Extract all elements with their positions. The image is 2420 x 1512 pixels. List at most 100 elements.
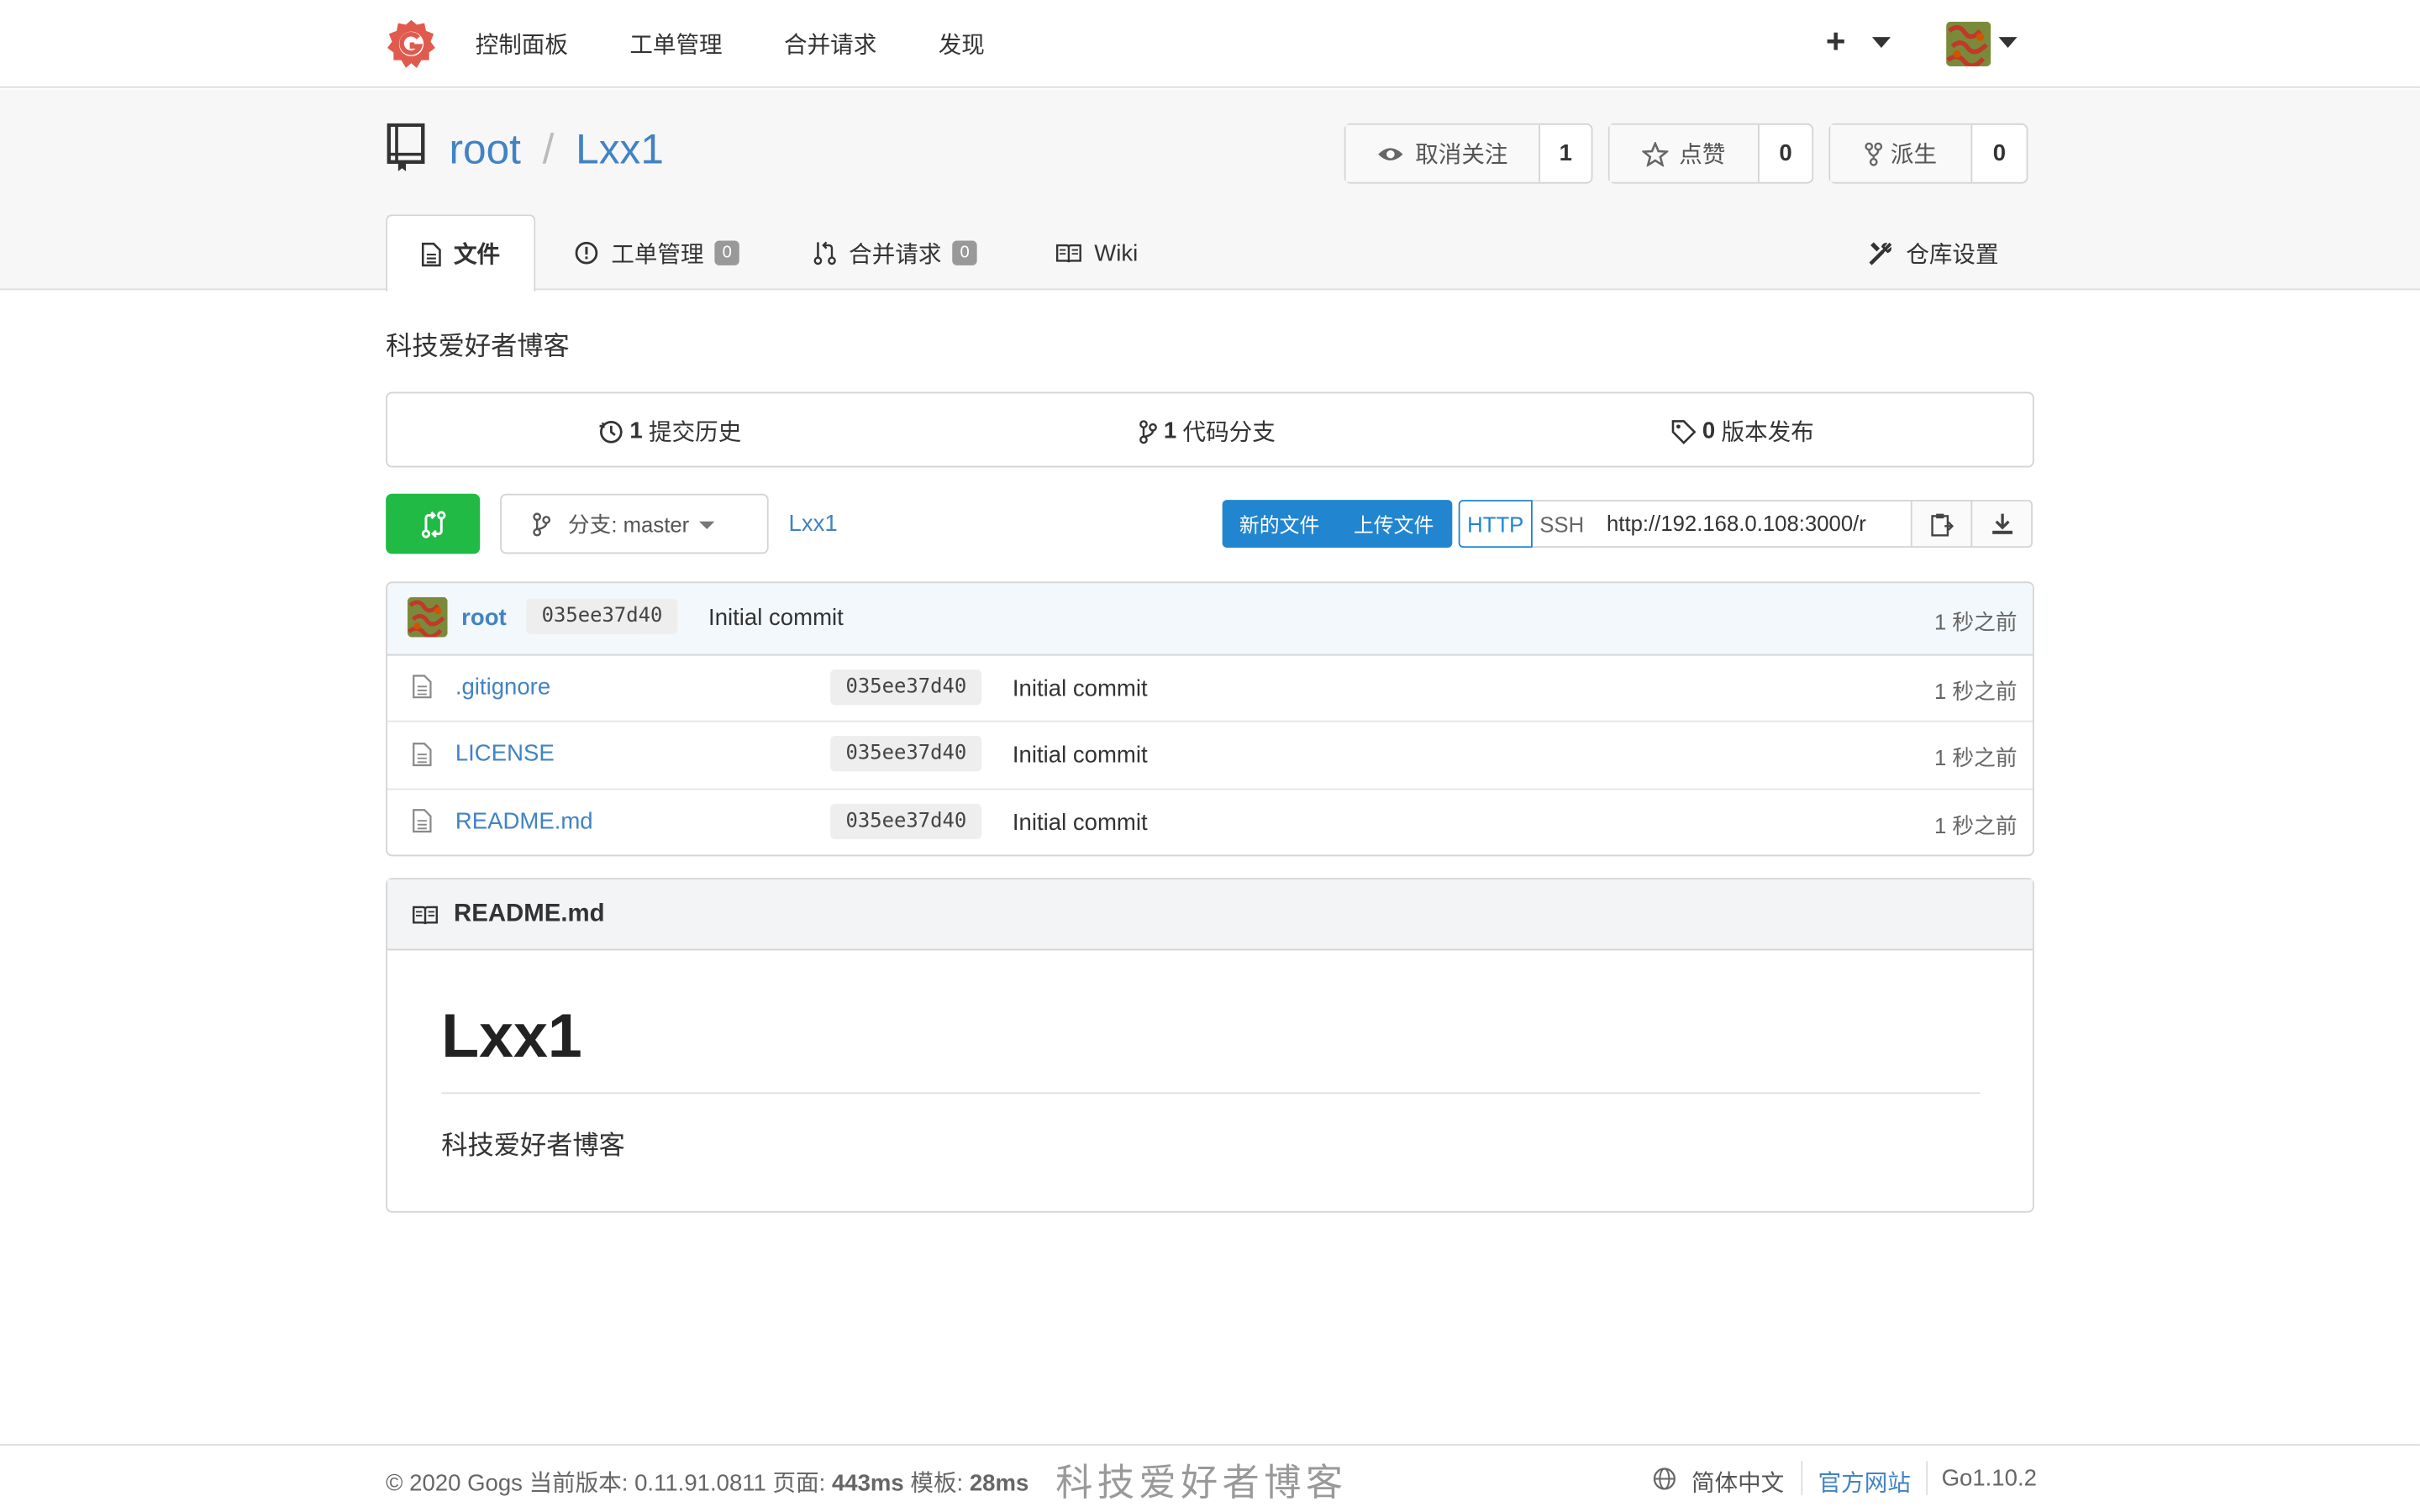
eye-icon [1378, 147, 1403, 160]
watch-count[interactable]: 1 [1540, 125, 1591, 182]
commit-author-avatar[interactable] [407, 596, 448, 638]
compare-button[interactable] [386, 493, 481, 554]
repo-name-link[interactable]: Lxx1 [576, 127, 664, 173]
star-button[interactable]: 点赞 [1609, 124, 1760, 182]
releases-stat-link[interactable]: 0 版本发布 [1671, 415, 1814, 448]
file-name-link[interactable]: .gitignore [455, 675, 550, 701]
watch-button-group: 取消关注 1 [1344, 123, 1593, 184]
latest-commit-row: root 035ee37d40 Initial commit 1 秒之前 [387, 583, 2033, 656]
unwatch-button[interactable]: 取消关注 [1345, 124, 1541, 182]
tab-issues[interactable]: 工单管理 0 [574, 214, 740, 291]
readme-header: README.md [387, 879, 2033, 951]
compare-icon [420, 510, 445, 538]
commits-count: 1 [629, 417, 643, 444]
user-chevron-down-icon[interactable] [1998, 37, 2018, 48]
fork-button-group: 派生 0 [1828, 123, 2028, 184]
branches-stat-link[interactable]: 1 代码分支 [1139, 415, 1276, 448]
file-commit-message[interactable]: Initial commit [1013, 810, 1148, 836]
user-avatar[interactable] [1946, 21, 1991, 66]
download-button[interactable] [1970, 500, 2033, 549]
repo-toolbar: 分支: master Lxx1 新的文件 上传文件 HTTP SSH http:… [386, 493, 2034, 555]
file-text-icon [421, 241, 441, 266]
file-commit-time: 1 秒之前 [1933, 679, 2018, 704]
repo-title: root / Lxx1 [449, 127, 663, 175]
table-row: .gitignore 035ee37d40 Initial commit 1 秒… [387, 656, 2033, 722]
page-footer: © 2020 Gogs 当前版本: 0.11.91.0811 页面: 443ms… [0, 1444, 2420, 1512]
file-commit-sha[interactable]: 035ee37d40 [830, 803, 982, 840]
tools-icon [1869, 241, 1892, 265]
releases-count: 0 [1702, 417, 1716, 444]
commit-message: Initial commit [708, 604, 844, 632]
issues-count-badge: 0 [714, 240, 740, 265]
repo-title-separator: / [542, 126, 555, 173]
fork-label: 派生 [1890, 141, 1938, 169]
repo-stats-bar: 1 提交历史 1 代码分支 0 版本发布 [386, 391, 2034, 468]
file-name-link[interactable]: LICENSE [455, 741, 555, 767]
file-commit-time: 1 秒之前 [1933, 812, 2018, 838]
nav-explore[interactable]: 发现 [939, 28, 985, 60]
top-navbar: 控制面板 工单管理 合并请求 发现 + [0, 0, 2420, 88]
branch-dropdown[interactable]: 分支: master [500, 493, 769, 554]
readme-filename: README.md [453, 900, 605, 927]
create-chevron-down-icon[interactable] [1871, 37, 1891, 48]
file-commit-sha[interactable]: 035ee37d40 [830, 736, 982, 772]
repo-book-icon [387, 123, 425, 171]
footer-divider [1926, 1461, 1928, 1495]
dropdown-chevron-icon [698, 521, 714, 529]
tab-wiki-label: Wiki [1094, 239, 1139, 266]
http-protocol-button[interactable]: HTTP [1458, 500, 1533, 549]
commit-sha-button[interactable]: 035ee37d40 [526, 598, 678, 634]
upload-file-button[interactable]: 上传文件 [1337, 500, 1451, 548]
git-branch-icon [1139, 419, 1157, 444]
tab-wiki[interactable]: Wiki [1055, 214, 1138, 291]
branch-prefix: 分支: [567, 511, 618, 537]
tab-pulls[interactable]: 合并请求 0 [813, 214, 977, 291]
file-commit-message[interactable]: Initial commit [1013, 675, 1148, 701]
copy-url-button[interactable] [1910, 500, 1973, 549]
path-breadcrumb[interactable]: Lxx1 [789, 511, 838, 537]
star-label: 点赞 [1679, 141, 1726, 169]
file-commit-message[interactable]: Initial commit [1013, 742, 1148, 768]
commit-author-link[interactable]: root [461, 605, 507, 631]
tab-pulls-label: 合并请求 [849, 241, 942, 268]
table-row: README.md 035ee37d40 Initial commit 1 秒之… [387, 790, 2033, 854]
repo-owner-link[interactable]: root [449, 127, 520, 173]
create-new-button[interactable]: + [1826, 22, 1846, 62]
nav-dashboard[interactable]: 控制面板 [476, 28, 568, 60]
fork-count[interactable]: 0 [1972, 125, 2026, 182]
tab-issues-label: 工单管理 [611, 241, 704, 268]
new-file-button[interactable]: 新的文件 [1223, 500, 1337, 548]
star-button-group: 点赞 0 [1607, 123, 1814, 184]
table-row: LICENSE 035ee37d40 Initial commit 1 秒之前 [387, 723, 2033, 790]
history-icon [599, 420, 623, 443]
official-website-link[interactable]: 官方网站 [1818, 1466, 1911, 1499]
file-name-link[interactable]: README.md [455, 808, 593, 834]
nav-pulls[interactable]: 合并请求 [784, 28, 876, 60]
star-count[interactable]: 0 [1760, 125, 1812, 182]
nav-issues[interactable]: 工单管理 [629, 28, 722, 60]
clone-url-input[interactable]: http://192.168.0.108:3000/r [1591, 500, 1912, 549]
repo-description: 科技爱好者博客 [386, 331, 570, 361]
ssh-protocol-button[interactable]: SSH [1532, 500, 1591, 549]
git-branch-icon [533, 512, 551, 536]
repo-header: root / Lxx1 取消关注 1 点赞 0 派生 0 文件 工单管理 0 合… [0, 89, 2420, 292]
book-icon [1055, 244, 1081, 263]
footer-page-time: 443ms [831, 1470, 904, 1497]
star-icon [1642, 141, 1669, 166]
commits-stat-link[interactable]: 1 提交历史 [599, 415, 741, 448]
branch-name: master [623, 511, 690, 537]
pulls-count-badge: 0 [952, 240, 977, 265]
footer-copyright: © 2020 Gogs 当前版本: 0.11.91.0811 页面: [386, 1470, 832, 1497]
file-commit-time: 1 秒之前 [1933, 745, 2018, 770]
tab-files[interactable]: 文件 [386, 214, 536, 292]
language-selector[interactable]: 简体中文 [1691, 1466, 1784, 1499]
repo-tabs: 文件 工单管理 0 合并请求 0 Wiki 仓库设置 [386, 214, 2028, 292]
footer-divider [1801, 1461, 1803, 1495]
gogs-logo-icon[interactable] [386, 18, 437, 70]
fork-icon [1865, 141, 1883, 165]
releases-label: 版本发布 [1721, 419, 1814, 446]
file-commit-sha[interactable]: 035ee37d40 [830, 669, 982, 706]
fork-button[interactable]: 派生 [1830, 124, 1973, 182]
footer-template-label: 模板: [903, 1470, 970, 1497]
tab-settings[interactable]: 仓库设置 [1867, 214, 1999, 291]
